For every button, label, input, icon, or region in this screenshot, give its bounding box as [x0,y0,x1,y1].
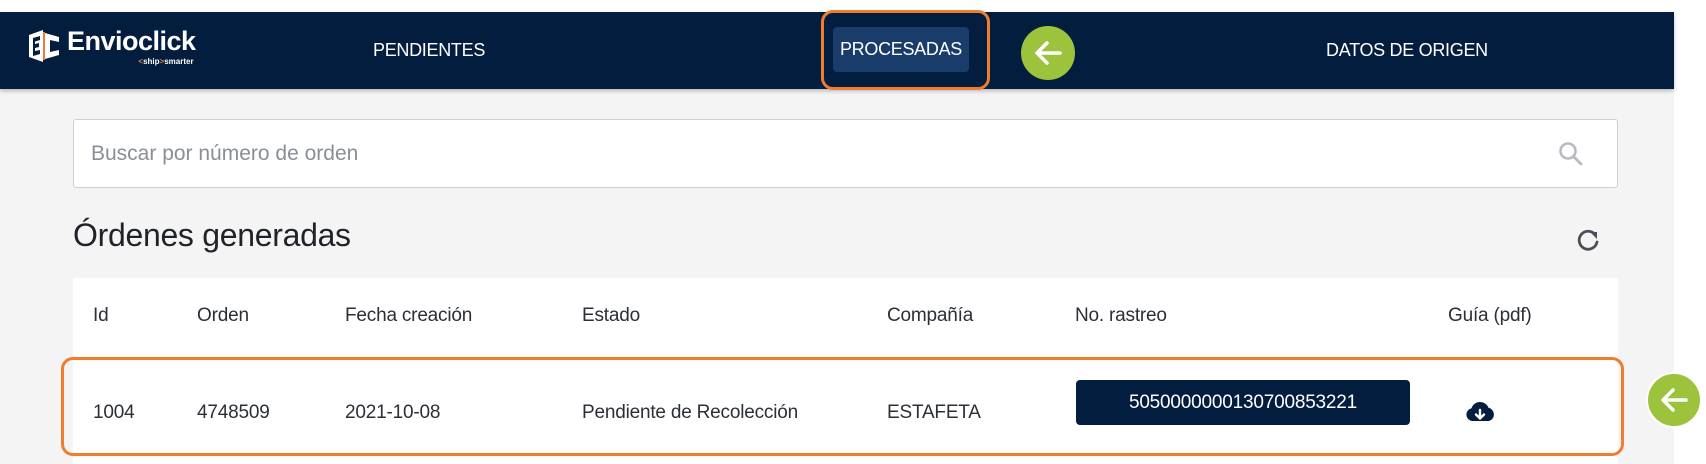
nav-pendientes[interactable]: PENDIENTES [373,12,485,89]
cell-orden: 4748509 [197,402,270,423]
search-input[interactable] [91,120,1531,187]
refresh-icon[interactable] [1574,226,1602,254]
cell-estado: Pendiente de Recolección [582,402,798,423]
column-header-guia: Guía (pdf) [1448,305,1532,326]
tracking-number-button[interactable]: 5050000000130700853221 [1076,380,1410,425]
cell-fecha: 2021-10-08 [345,402,441,423]
annotation-arrow-row [1646,372,1702,428]
arrow-left-icon [1661,388,1688,412]
cell-id: 1004 [93,402,135,423]
column-header-estado: Estado [582,305,640,326]
column-header-id: Id [93,305,109,326]
app-root: Envioclick <ship>smarter PENDIENTES PROC… [0,10,1674,464]
nav-procesadas[interactable]: PROCESADAS [833,27,969,72]
section-title: Órdenes generadas [73,217,351,253]
cloud-download-icon[interactable] [1464,399,1496,427]
envioclick-logo-icon [29,30,59,62]
column-header-orden: Orden [197,305,249,326]
logo-tagline: <ship>smarter [138,57,194,66]
search-icon[interactable] [1557,140,1585,168]
cell-compania: ESTAFETA [887,402,981,423]
navbar: Envioclick <ship>smarter PENDIENTES PROC… [0,10,1674,90]
column-header-rastreo: No. rastreo [1075,305,1167,326]
logo[interactable]: Envioclick <ship>smarter [27,26,196,66]
nav-datos-origen[interactable]: DATOS DE ORIGEN [1326,12,1488,89]
logo-text: Envioclick <ship>smarter [67,26,196,66]
annotation-arrow-nav [1021,26,1075,80]
search-box [73,119,1618,188]
column-header-compania: Compañía [887,305,974,326]
column-header-fecha: Fecha creación [345,305,473,326]
arrow-left-icon [1035,41,1062,65]
logo-wordmark: Envioclick [67,26,196,56]
